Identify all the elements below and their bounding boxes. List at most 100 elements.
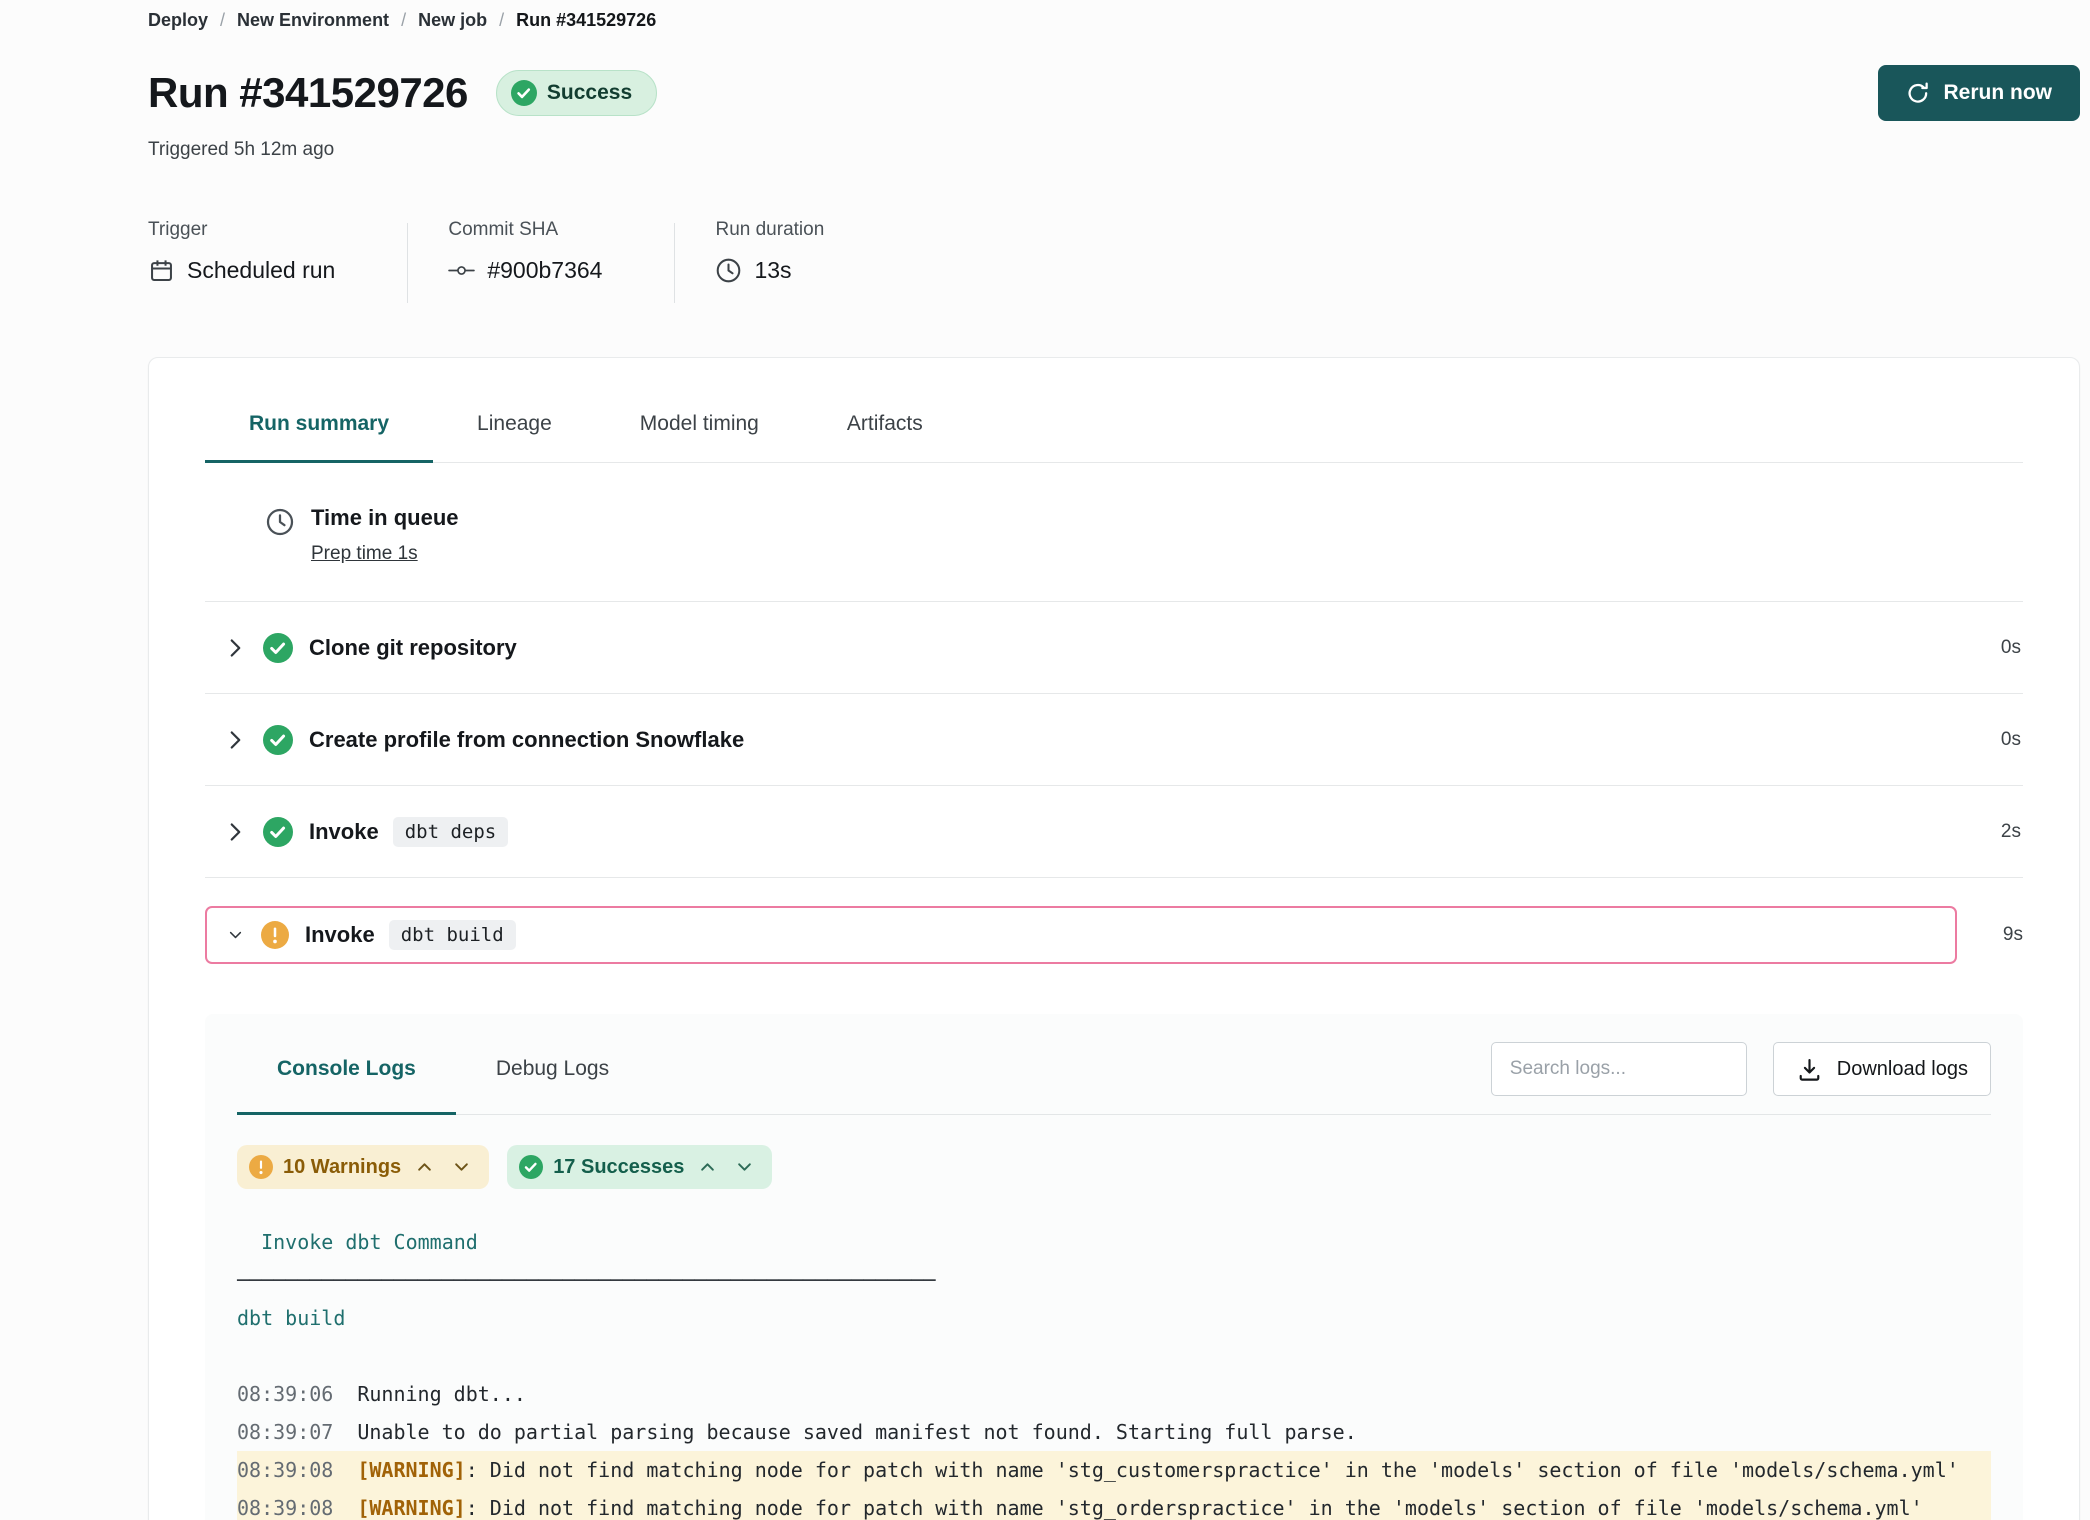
rerun-now-button[interactable]: Rerun now	[1878, 65, 2081, 121]
log-warning-line: 08:39:08 [WARNING]: Did not find matching…	[237, 1489, 1991, 1520]
step-invoke-dbt-build[interactable]: Invoke dbt build 9s	[205, 906, 2023, 964]
time-in-queue-title: Time in queue	[311, 505, 459, 531]
search-logs-input[interactable]	[1491, 1042, 1747, 1096]
breadcrumb-separator: /	[220, 10, 225, 31]
step-create-profile-snowflake[interactable]: Create profile from connection Snowflake…	[205, 694, 2023, 786]
logs-controls: Download logs	[1491, 1042, 1991, 1096]
triggered-timestamp: Triggered 5h 12m ago	[148, 139, 2080, 161]
warnings-prev-button[interactable]	[411, 1158, 438, 1176]
meta-divider	[407, 223, 408, 303]
breadcrumb-item-job[interactable]: New job	[418, 10, 487, 31]
log-line: Invoke dbt Command	[237, 1223, 1991, 1261]
chevron-down-icon	[454, 1162, 469, 1172]
log-timestamp: 08:39:08	[237, 1496, 333, 1520]
log-text: Invoke dbt Command	[237, 1230, 478, 1254]
chevron-right-icon	[229, 638, 243, 658]
log-timestamp: 08:39:08	[237, 1458, 333, 1482]
meta-divider	[674, 223, 675, 303]
clock-icon	[715, 257, 742, 284]
tab-run-summary[interactable]: Run summary	[205, 406, 433, 462]
chevron-down-icon	[737, 1162, 752, 1172]
run-meta: Trigger Scheduled run Commit SHA #900b73…	[148, 219, 2080, 303]
log-warning-line: 08:39:08 [WARNING]: Did not find matching…	[237, 1451, 1991, 1489]
tab-console-logs[interactable]: Console Logs	[237, 1024, 456, 1114]
warnings-badge-label: 10 Warnings	[283, 1156, 401, 1179]
step-invoke-dbt-build-header[interactable]: Invoke dbt build	[205, 906, 1957, 964]
warnings-badge[interactable]: 10 Warnings	[237, 1145, 489, 1189]
breadcrumb-item-environment[interactable]: New Environment	[237, 10, 389, 31]
tab-lineage[interactable]: Lineage	[433, 406, 596, 462]
meta-trigger-value: Scheduled run	[187, 257, 335, 284]
success-check-icon	[263, 633, 293, 663]
step-duration: 0s	[1969, 729, 2021, 751]
meta-commit: Commit SHA #900b7364	[448, 219, 674, 303]
tab-debug-logs[interactable]: Debug Logs	[456, 1024, 649, 1114]
meta-trigger-value-row: Scheduled run	[148, 257, 335, 284]
meta-trigger: Trigger Scheduled run	[148, 219, 407, 303]
check-circle-icon	[511, 80, 537, 106]
logs-header: Console Logs Debug Logs Download logs	[237, 1024, 1991, 1115]
log-warning-tag: [WARNING]	[357, 1496, 465, 1520]
meta-commit-value-row: #900b7364	[448, 257, 602, 284]
chevron-right-icon	[229, 730, 243, 750]
tab-artifacts[interactable]: Artifacts	[803, 406, 967, 462]
meta-trigger-label: Trigger	[148, 219, 335, 241]
log-text: Unable to do partial parsing because sav…	[357, 1420, 1356, 1444]
log-text: : Did not find matching node for patch w…	[466, 1496, 1923, 1520]
step-duration: 9s	[1971, 924, 2023, 946]
step-command-chip: dbt deps	[393, 817, 509, 847]
breadcrumb-item-deploy[interactable]: Deploy	[148, 10, 208, 31]
chevron-right-icon	[229, 822, 243, 842]
step-label: Invoke	[305, 922, 375, 948]
step-invoke-dbt-deps[interactable]: Invoke dbt deps 2s	[205, 786, 2023, 878]
successes-next-button[interactable]	[731, 1158, 758, 1176]
log-text: ────────────────────────────────────────…	[237, 1268, 935, 1292]
logs-panel: Console Logs Debug Logs Download logs 10…	[205, 1014, 2023, 1520]
log-text: : Did not find matching node for patch w…	[466, 1458, 1959, 1482]
time-in-queue-section: Time in queue Prep time 1s	[205, 463, 2023, 602]
git-commit-icon	[448, 257, 475, 284]
warning-icon	[261, 921, 289, 949]
meta-commit-label: Commit SHA	[448, 219, 602, 241]
page: Deploy / New Environment / New job / Run…	[0, 0, 2090, 1520]
success-check-icon	[263, 817, 293, 847]
successes-prev-button[interactable]	[694, 1158, 721, 1176]
log-divider-line: ────────────────────────────────────────…	[237, 1261, 1991, 1299]
step-command-chip: dbt build	[389, 920, 516, 950]
step-clone-git-repository[interactable]: Clone git repository 0s	[205, 602, 2023, 694]
log-timestamp: 08:39:06	[237, 1382, 333, 1406]
log-text: Running dbt...	[357, 1382, 526, 1406]
step-duration: 0s	[1969, 637, 2021, 659]
breadcrumb-separator: /	[401, 10, 406, 31]
page-header: Run #341529726 Success Rerun now	[148, 65, 2080, 121]
console-log-output: Invoke dbt Command ─────────────────────…	[237, 1223, 1991, 1520]
log-filter-badges: 10 Warnings 17 Successes	[237, 1145, 1991, 1189]
check-circle-icon	[519, 1155, 543, 1179]
calendar-icon	[148, 257, 175, 284]
step-label: Invoke	[309, 819, 379, 845]
chevron-up-icon	[700, 1162, 715, 1172]
run-summary-card: Run summary Lineage Model timing Artifac…	[148, 357, 2080, 1520]
warnings-next-button[interactable]	[448, 1158, 475, 1176]
successes-badge-label: 17 Successes	[553, 1156, 684, 1179]
download-logs-button[interactable]: Download logs	[1773, 1042, 1991, 1096]
clock-icon	[265, 507, 295, 537]
successes-badge[interactable]: 17 Successes	[507, 1145, 772, 1189]
page-title: Run #341529726	[148, 69, 468, 117]
log-warning-tag: [WARNING]	[357, 1458, 465, 1482]
step-label: Create profile from connection Snowflake	[309, 727, 744, 753]
meta-duration: Run duration 13s	[715, 219, 896, 303]
tab-model-timing[interactable]: Model timing	[596, 406, 803, 462]
log-line: dbt build	[237, 1299, 1991, 1337]
breadcrumb-item-run: Run #341529726	[516, 10, 656, 31]
meta-duration-label: Run duration	[715, 219, 824, 241]
time-in-queue-text: Time in queue Prep time 1s	[311, 505, 459, 565]
download-icon	[1796, 1056, 1823, 1083]
success-check-icon	[263, 725, 293, 755]
prep-time-link[interactable]: Prep time 1s	[311, 543, 418, 565]
breadcrumb: Deploy / New Environment / New job / Run…	[148, 10, 2080, 31]
download-logs-label: Download logs	[1837, 1058, 1968, 1081]
refresh-icon	[1906, 81, 1930, 105]
log-line: 08:39:06 Running dbt...	[237, 1375, 1991, 1413]
log-text: dbt build	[237, 1306, 345, 1330]
